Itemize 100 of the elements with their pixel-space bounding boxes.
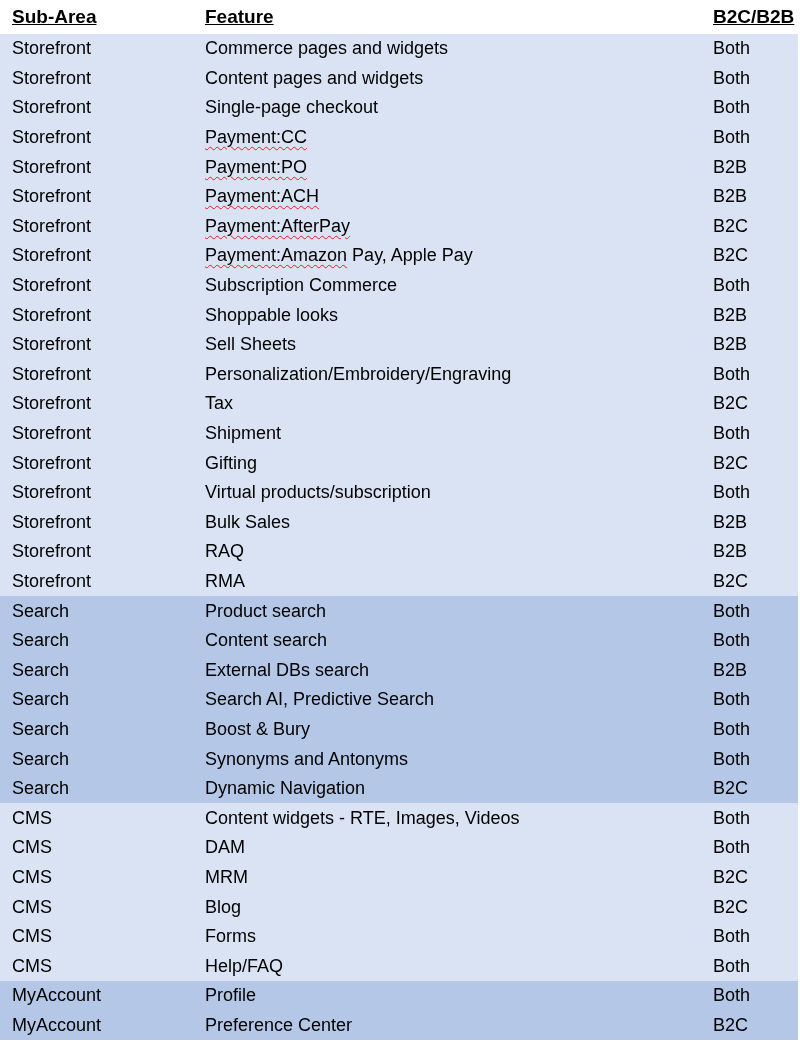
table-cell: B2B — [713, 511, 748, 533]
table-cell: Storefront — [12, 215, 92, 237]
table-cell: Storefront — [12, 363, 92, 385]
table-cell: Payment:CC — [205, 127, 308, 149]
table-cell: Both — [713, 67, 751, 89]
table-cell: Both — [713, 926, 751, 948]
table-cell: CMS — [12, 866, 52, 888]
table-cell: Search — [12, 600, 70, 622]
table-cell: Both — [713, 837, 751, 859]
table-cell: Both — [713, 97, 751, 119]
table-cell: Synonyms and Antonyms — [205, 748, 409, 770]
table-cell: Preference Center — [205, 1014, 353, 1036]
table-cell: Content widgets - RTE, Images, Videos — [205, 807, 520, 829]
table-cell: Gifting — [205, 452, 258, 474]
table-cell: Search — [12, 778, 70, 800]
table-cell: Boost & Bury — [205, 718, 311, 740]
table-cell: Bulk Sales — [205, 511, 291, 533]
table-cell: Subscription Commerce — [205, 275, 398, 297]
table-cell: Tax — [205, 393, 233, 415]
table-cell: Both — [713, 363, 751, 385]
column-header: B2C/B2B — [713, 6, 795, 28]
table-cell: Both — [713, 38, 751, 60]
table-cell: B2C — [713, 215, 748, 237]
table-cell: DAM — [205, 837, 245, 859]
table-cell: Both — [713, 748, 751, 770]
table-cell: Content pages and widgets — [205, 67, 424, 89]
table-cell: Both — [713, 423, 751, 444]
table-cell: Storefront — [12, 156, 92, 178]
table-cell: Both — [713, 689, 751, 711]
table-cell: Single-page checkout — [205, 97, 379, 119]
table-cell: Sell Sheets — [205, 334, 297, 356]
table-cell: Dynamic Navigation — [205, 778, 366, 800]
table-cell: CMS — [12, 896, 52, 918]
table-cell: Storefront — [12, 38, 92, 60]
table-cell: B2B — [713, 304, 748, 326]
table-cell: Both — [713, 955, 751, 977]
table-cell: Both — [713, 630, 751, 652]
table-cell: Blog — [205, 896, 242, 918]
table-cell: RAQ — [205, 541, 244, 563]
table-cell: Product search — [205, 600, 327, 622]
table-cell: Both — [713, 600, 751, 622]
table-cell: Storefront — [12, 304, 92, 326]
table-cell: B2C — [713, 866, 748, 888]
table-cell: Commerce pages and widgets — [205, 38, 449, 60]
table-cell: B2C — [713, 393, 748, 415]
table-cell: Profile — [205, 985, 257, 1007]
table-cell: Storefront — [12, 245, 92, 267]
table-cell: Shipment — [205, 423, 282, 444]
table-cell: CMS — [12, 837, 52, 859]
table-cell: MyAccount — [12, 1014, 102, 1036]
table-cell: Storefront — [12, 452, 92, 474]
table-cell: CMS — [12, 955, 52, 977]
table-cell: B2C — [713, 1014, 748, 1036]
table-cell: External DBs search — [205, 659, 370, 681]
table-cell: Shoppable looks — [205, 304, 339, 326]
table-cell: Content search — [205, 630, 328, 652]
table-cell: B2C — [713, 778, 748, 800]
table-cell: B2C — [713, 245, 748, 267]
table-cell: Storefront — [12, 393, 92, 415]
table-cell: Search — [12, 630, 70, 652]
table-cell: Search — [12, 659, 70, 681]
table-cell: B2B — [713, 659, 748, 681]
table-cell: Storefront — [12, 423, 92, 444]
table-cell: Search — [12, 748, 70, 770]
table-cell: Both — [713, 275, 751, 297]
table-cell: Storefront — [12, 186, 92, 208]
table-cell: Storefront — [12, 97, 92, 119]
table-cell: B2B — [713, 541, 748, 563]
table-cell: B2C — [713, 452, 748, 474]
table-cell: Search — [12, 718, 70, 740]
table-cell: Forms — [205, 926, 256, 948]
table-cell: Virtual products/subscription — [205, 482, 431, 504]
table-cell: Storefront — [12, 275, 92, 297]
table-cell: B2B — [713, 156, 748, 178]
table-cell: Both — [713, 482, 751, 504]
table-cell: Both — [713, 127, 751, 149]
table-cell: Both — [713, 985, 751, 1007]
table-cell: Search — [12, 689, 70, 711]
table-cell: Payment:ACH — [205, 186, 320, 208]
table-cell: Help/FAQ — [205, 955, 284, 977]
table-cell: Both — [713, 807, 751, 829]
table-cell: Both — [713, 718, 751, 740]
column-header: Feature — [205, 6, 274, 28]
table-cell: Search AI, Predictive Search — [205, 689, 435, 711]
table-cell: Storefront — [12, 334, 92, 356]
table-cell: MRM — [205, 866, 248, 888]
table-cell: B2C — [713, 571, 748, 592]
table-cell: CMS — [12, 926, 52, 948]
table-cell: Storefront — [12, 482, 92, 504]
table-cell: Payment:Amazon Pay, Apple Pay — [205, 245, 473, 267]
table-cell: RMA — [205, 571, 245, 592]
table-cell: Storefront — [12, 511, 92, 533]
table-cell: Payment:AfterPay — [205, 215, 351, 237]
column-header: Sub-Area — [12, 6, 97, 28]
table-cell: Payment:PO — [205, 156, 308, 178]
table-cell: B2C — [713, 896, 748, 918]
table-cell: Personalization/Embroidery/Engraving — [205, 363, 512, 385]
table-cell: MyAccount — [12, 985, 102, 1007]
table-cell: Storefront — [12, 67, 92, 89]
table-cell: Storefront — [12, 127, 92, 149]
